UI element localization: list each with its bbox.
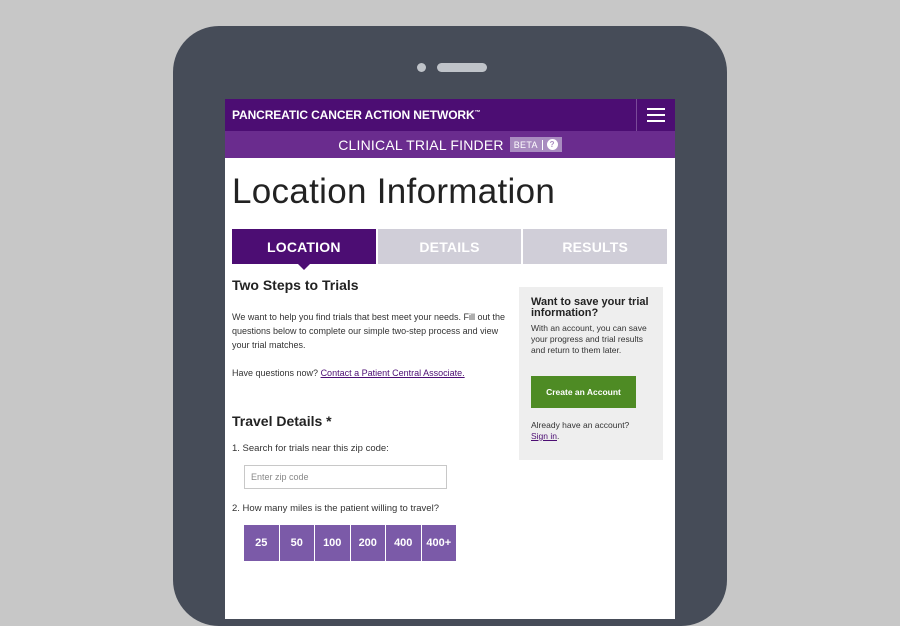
sign-in-row: Sign in. [531, 431, 651, 442]
create-account-button[interactable]: Create an Account [531, 376, 636, 408]
brand-name: PANCREATIC CANCER ACTION NETWORK [232, 108, 475, 122]
questions-prefix: Have questions now? [232, 368, 321, 378]
already-have-account-text: Already have an account? [531, 420, 630, 430]
miles-question: 2. How many miles is the patient willing… [232, 503, 439, 514]
miles-option-200[interactable]: 200 [350, 525, 385, 561]
card-heading: Want to save your trial information? [531, 296, 649, 319]
miles-selector: 25 50 100 200 400 400+ [244, 525, 512, 561]
save-account-card: Want to save your trial information? Wit… [519, 287, 663, 460]
tab-details[interactable]: DETAILS [377, 229, 522, 264]
beta-divider [541, 139, 543, 150]
section-title: CLINICAL TRIAL FINDER [338, 136, 504, 153]
miles-option-400[interactable]: 400 [386, 525, 421, 561]
tab-results[interactable]: RESULTS [523, 229, 668, 264]
step-tabs: LOCATION DETAILS RESULTS [232, 229, 668, 270]
tablet-screen: PANCREATIC CANCER ACTION NETWORK™ CLINIC… [225, 99, 675, 619]
speaker-grille [437, 63, 487, 72]
intro-heading: Two Steps to Trials [232, 277, 359, 293]
trademark-mark: ™ [474, 110, 481, 116]
beta-label: BETA [513, 139, 538, 150]
miles-option-50[interactable]: 50 [279, 525, 314, 561]
sign-in-period: . [557, 431, 560, 441]
menu-button[interactable] [636, 99, 675, 131]
main-form-column: Two Steps to Trials We want to help you … [232, 277, 512, 561]
intro-text: We want to help you find trials that bes… [232, 312, 505, 350]
sign-in-link[interactable]: Sign in [531, 431, 557, 441]
travel-heading: Travel Details * [232, 413, 332, 429]
beta-badge[interactable]: BETA ? [509, 137, 562, 152]
card-text: With an account, you can save your progr… [531, 323, 647, 355]
hamburger-line [647, 114, 665, 116]
tablet-frame: PANCREATIC CANCER ACTION NETWORK™ CLINIC… [173, 26, 727, 626]
miles-option-100[interactable]: 100 [315, 525, 350, 561]
zip-question: 1. Search for trials near this zip code: [232, 443, 389, 454]
miles-option-400-plus[interactable]: 400+ [421, 525, 456, 561]
contact-associate-link[interactable]: Contact a Patient Central Associate. [321, 368, 465, 378]
miles-option-25[interactable]: 25 [244, 525, 279, 561]
zip-code-input[interactable] [244, 465, 447, 489]
brand-logo[interactable]: PANCREATIC CANCER ACTION NETWORK™ [232, 108, 481, 122]
hamburger-menu-icon [647, 108, 665, 110]
camera-icon [417, 63, 426, 72]
questions-text: Have questions now? Contact a Patient Ce… [232, 366, 512, 380]
hamburger-line [647, 120, 665, 122]
help-circle-icon[interactable]: ? [546, 139, 558, 150]
top-nav-bar: PANCREATIC CANCER ACTION NETWORK™ [225, 99, 675, 131]
page-title: Location Information [232, 172, 556, 211]
tab-location[interactable]: LOCATION [232, 229, 376, 270]
sub-header-bar: CLINICAL TRIAL FINDER BETA ? [225, 131, 675, 158]
